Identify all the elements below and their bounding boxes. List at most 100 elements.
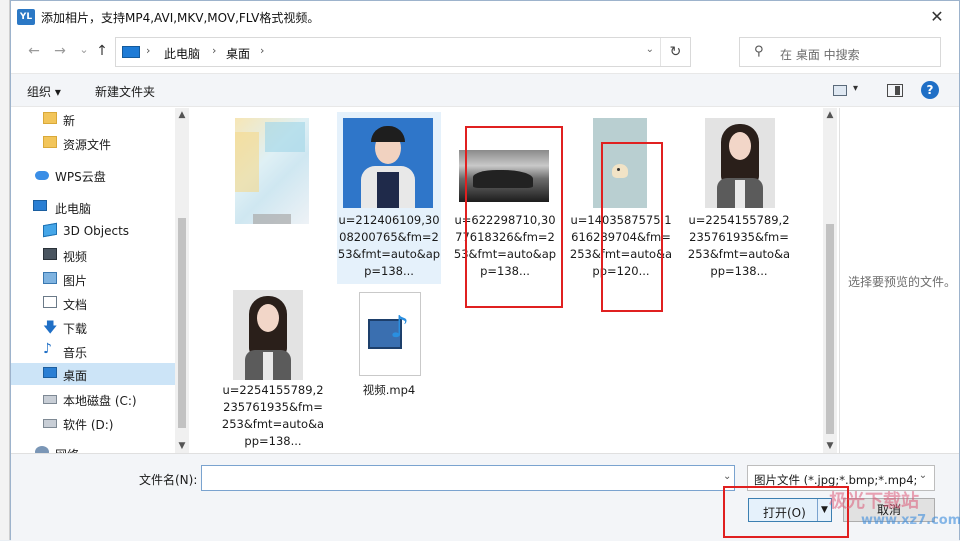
search-icon: ⚲ <box>754 44 764 59</box>
breadcrumb-chevron-icon[interactable]: › <box>212 44 216 57</box>
file-tile[interactable]: u=212406109,3008200765&fm=253&fmt=auto&a… <box>337 112 441 284</box>
command-bar: 组织 ▾ 新建文件夹 ▾ ? <box>11 73 959 107</box>
file-name: 视频.mp4 <box>362 383 416 397</box>
scroll-up-icon[interactable]: ▲ <box>823 108 837 122</box>
sidebar-item-this-pc[interactable]: 此电脑 <box>11 196 175 218</box>
drive-icon <box>43 395 57 404</box>
up-button[interactable]: ↑ <box>93 43 111 59</box>
scroll-down-icon[interactable]: ▼ <box>175 439 189 453</box>
search-box[interactable]: ⚲ 在 桌面 中搜索 <box>739 37 941 67</box>
sidebar-item-documents[interactable]: 文档 <box>11 292 175 314</box>
breadcrumb-this-pc[interactable]: 此电脑 <box>164 45 200 62</box>
file-tile[interactable]: ♪ 视频.mp4 <box>337 286 441 448</box>
file-name: u=212406109,3008200765&fm=253&fmt=auto&a… <box>337 213 441 278</box>
scrollbar-thumb[interactable] <box>178 218 186 428</box>
search-placeholder: 在 桌面 中搜索 <box>780 48 860 62</box>
file-open-dialog: YL 添加相片，支持MP4,AVI,MKV,MOV,FLV格式视频。 ✕ ← →… <box>10 0 960 541</box>
help-icon[interactable]: ? <box>921 81 939 99</box>
sidebar-scrollbar[interactable]: ▲ ▼ <box>175 108 189 453</box>
sidebar-item-label: WPS云盘 <box>55 170 106 184</box>
sidebar-item-resources[interactable]: 资源文件 <box>11 132 175 154</box>
filename-label: 文件名(N): <box>139 473 198 487</box>
desktop-icon <box>43 367 57 378</box>
file-thumbnail <box>233 290 303 380</box>
sidebar-item-drive-d[interactable]: 软件 (D:) <box>11 412 175 434</box>
file-name: u=2254155789,2235761935&fm=253&fmt=auto&… <box>221 383 325 448</box>
sidebar-item-label: 软件 (D:) <box>63 418 114 432</box>
file-tile[interactable]: u=2254155789,2235761935&fm=253&fmt=auto&… <box>687 112 791 284</box>
chevron-down-icon: ⌄ <box>916 470 930 486</box>
navigation-bar: ← → ⌄ ↑ › 此电脑 › 桌面 › ⌄ ↻ ⚲ 在 桌面 中搜索 <box>11 35 959 69</box>
filename-input[interactable] <box>201 465 735 491</box>
folder-icon <box>43 136 57 148</box>
sidebar-item-label: 桌面 <box>63 369 88 383</box>
view-options-icon[interactable] <box>833 85 847 96</box>
breadcrumb-desktop[interactable]: 桌面 <box>226 45 250 62</box>
network-icon <box>35 446 49 453</box>
breadcrumb-chevron-icon[interactable]: › <box>260 44 264 57</box>
close-button[interactable]: ✕ <box>923 5 951 29</box>
scroll-up-icon[interactable]: ▲ <box>175 108 189 122</box>
dialog-footer: 文件名(N): ⌄ 图片文件 (*.jpg;*.bmp;*.mp4; ⌄ 打开(… <box>11 453 959 541</box>
address-bar[interactable]: › 此电脑 › 桌面 › ⌄ ↻ <box>115 37 691 67</box>
file-list-scrollbar[interactable]: ▲ ▼ <box>823 108 837 453</box>
sidebar-item-label: 此电脑 <box>55 202 92 216</box>
back-button[interactable]: ← <box>25 43 43 59</box>
annotation-highlight <box>465 126 563 308</box>
sidebar-item-label: 视频 <box>63 250 88 264</box>
sidebar-item-drive-c[interactable]: 本地磁盘 (C:) <box>11 388 175 410</box>
sidebar-item-label: 新 <box>63 114 76 128</box>
downloads-icon: 🡇 <box>43 320 58 336</box>
window-title: 添加相片，支持MP4,AVI,MKV,MOV,FLV格式视频。 <box>41 11 320 25</box>
forward-button[interactable]: → <box>51 43 69 59</box>
sidebar-item-label: 3D Objects <box>63 224 130 238</box>
file-thumbnail <box>343 118 433 208</box>
recent-locations-button[interactable]: ⌄ <box>75 43 93 56</box>
view-dropdown-icon[interactable]: ▾ <box>853 83 858 94</box>
new-folder-button[interactable]: 新建文件夹 <box>95 83 155 100</box>
3d-objects-icon <box>43 222 57 238</box>
sidebar-item-label: 资源文件 <box>63 138 112 152</box>
watermark-url: www.xz7.com <box>861 513 960 528</box>
sidebar-item-label: 下载 <box>63 322 88 336</box>
file-list: u=212406109,3008200765&fm=253&fmt=auto&a… <box>191 108 823 453</box>
sidebar-item-downloads[interactable]: 🡇 下载 <box>11 316 175 338</box>
folder-icon <box>43 112 57 124</box>
scroll-down-icon[interactable]: ▼ <box>823 439 837 453</box>
refresh-button[interactable]: ↻ <box>660 38 690 66</box>
file-name: u=2254155789,2235761935&fm=253&fmt=auto&… <box>687 213 791 278</box>
sidebar-item-network[interactable]: 网络 <box>11 442 175 453</box>
sidebar-item-label: 文档 <box>63 298 88 312</box>
sidebar-item-videos[interactable]: 视频 <box>11 244 175 266</box>
sidebar-item-music[interactable]: ♪ 音乐 <box>11 340 175 362</box>
preview-pane-icon[interactable] <box>887 84 903 97</box>
preview-pane: 选择要预览的文件。 <box>839 108 959 453</box>
annotation-highlight <box>601 142 663 312</box>
file-tile[interactable] <box>221 112 325 230</box>
file-tile[interactable]: u=2254155789,2235761935&fm=253&fmt=auto&… <box>221 286 325 448</box>
sidebar-item-label: 本地磁盘 (C:) <box>63 394 137 408</box>
sidebar-item-wps-cloud[interactable]: WPS云盘 <box>11 164 175 186</box>
sidebar-item-new[interactable]: 新 <box>11 108 175 130</box>
computer-icon <box>33 200 47 211</box>
breadcrumb-chevron-icon[interactable]: › <box>146 44 150 57</box>
file-thumbnail <box>235 118 309 224</box>
sidebar-item-pictures[interactable]: 图片 <box>11 268 175 290</box>
sidebar-item-3d-objects[interactable]: 3D Objects <box>11 220 175 242</box>
sidebar-item-desktop[interactable]: 桌面 <box>11 363 175 385</box>
navigation-pane: 新 资源文件 WPS云盘 此电脑 3D Objects 视频 图片 文档 🡇 下… <box>11 108 189 453</box>
background-window-edge <box>0 0 10 540</box>
video-file-icon: ♪ <box>359 292 421 376</box>
sidebar-item-label: 网络 <box>55 446 79 453</box>
cloud-icon <box>35 171 49 180</box>
sidebar-item-label: 音乐 <box>63 346 88 360</box>
file-thumbnail <box>705 118 775 208</box>
title-bar: YL 添加相片，支持MP4,AVI,MKV,MOV,FLV格式视频。 ✕ <box>11 1 959 33</box>
sidebar-item-label: 图片 <box>63 274 88 288</box>
documents-icon <box>43 296 57 308</box>
watermark-logo-text: 极光下载站 <box>829 491 919 512</box>
organize-button[interactable]: 组织 ▾ <box>27 83 61 100</box>
scrollbar-thumb[interactable] <box>826 224 834 434</box>
drive-icon <box>43 419 57 428</box>
address-dropdown-icon[interactable]: ⌄ <box>646 44 654 55</box>
